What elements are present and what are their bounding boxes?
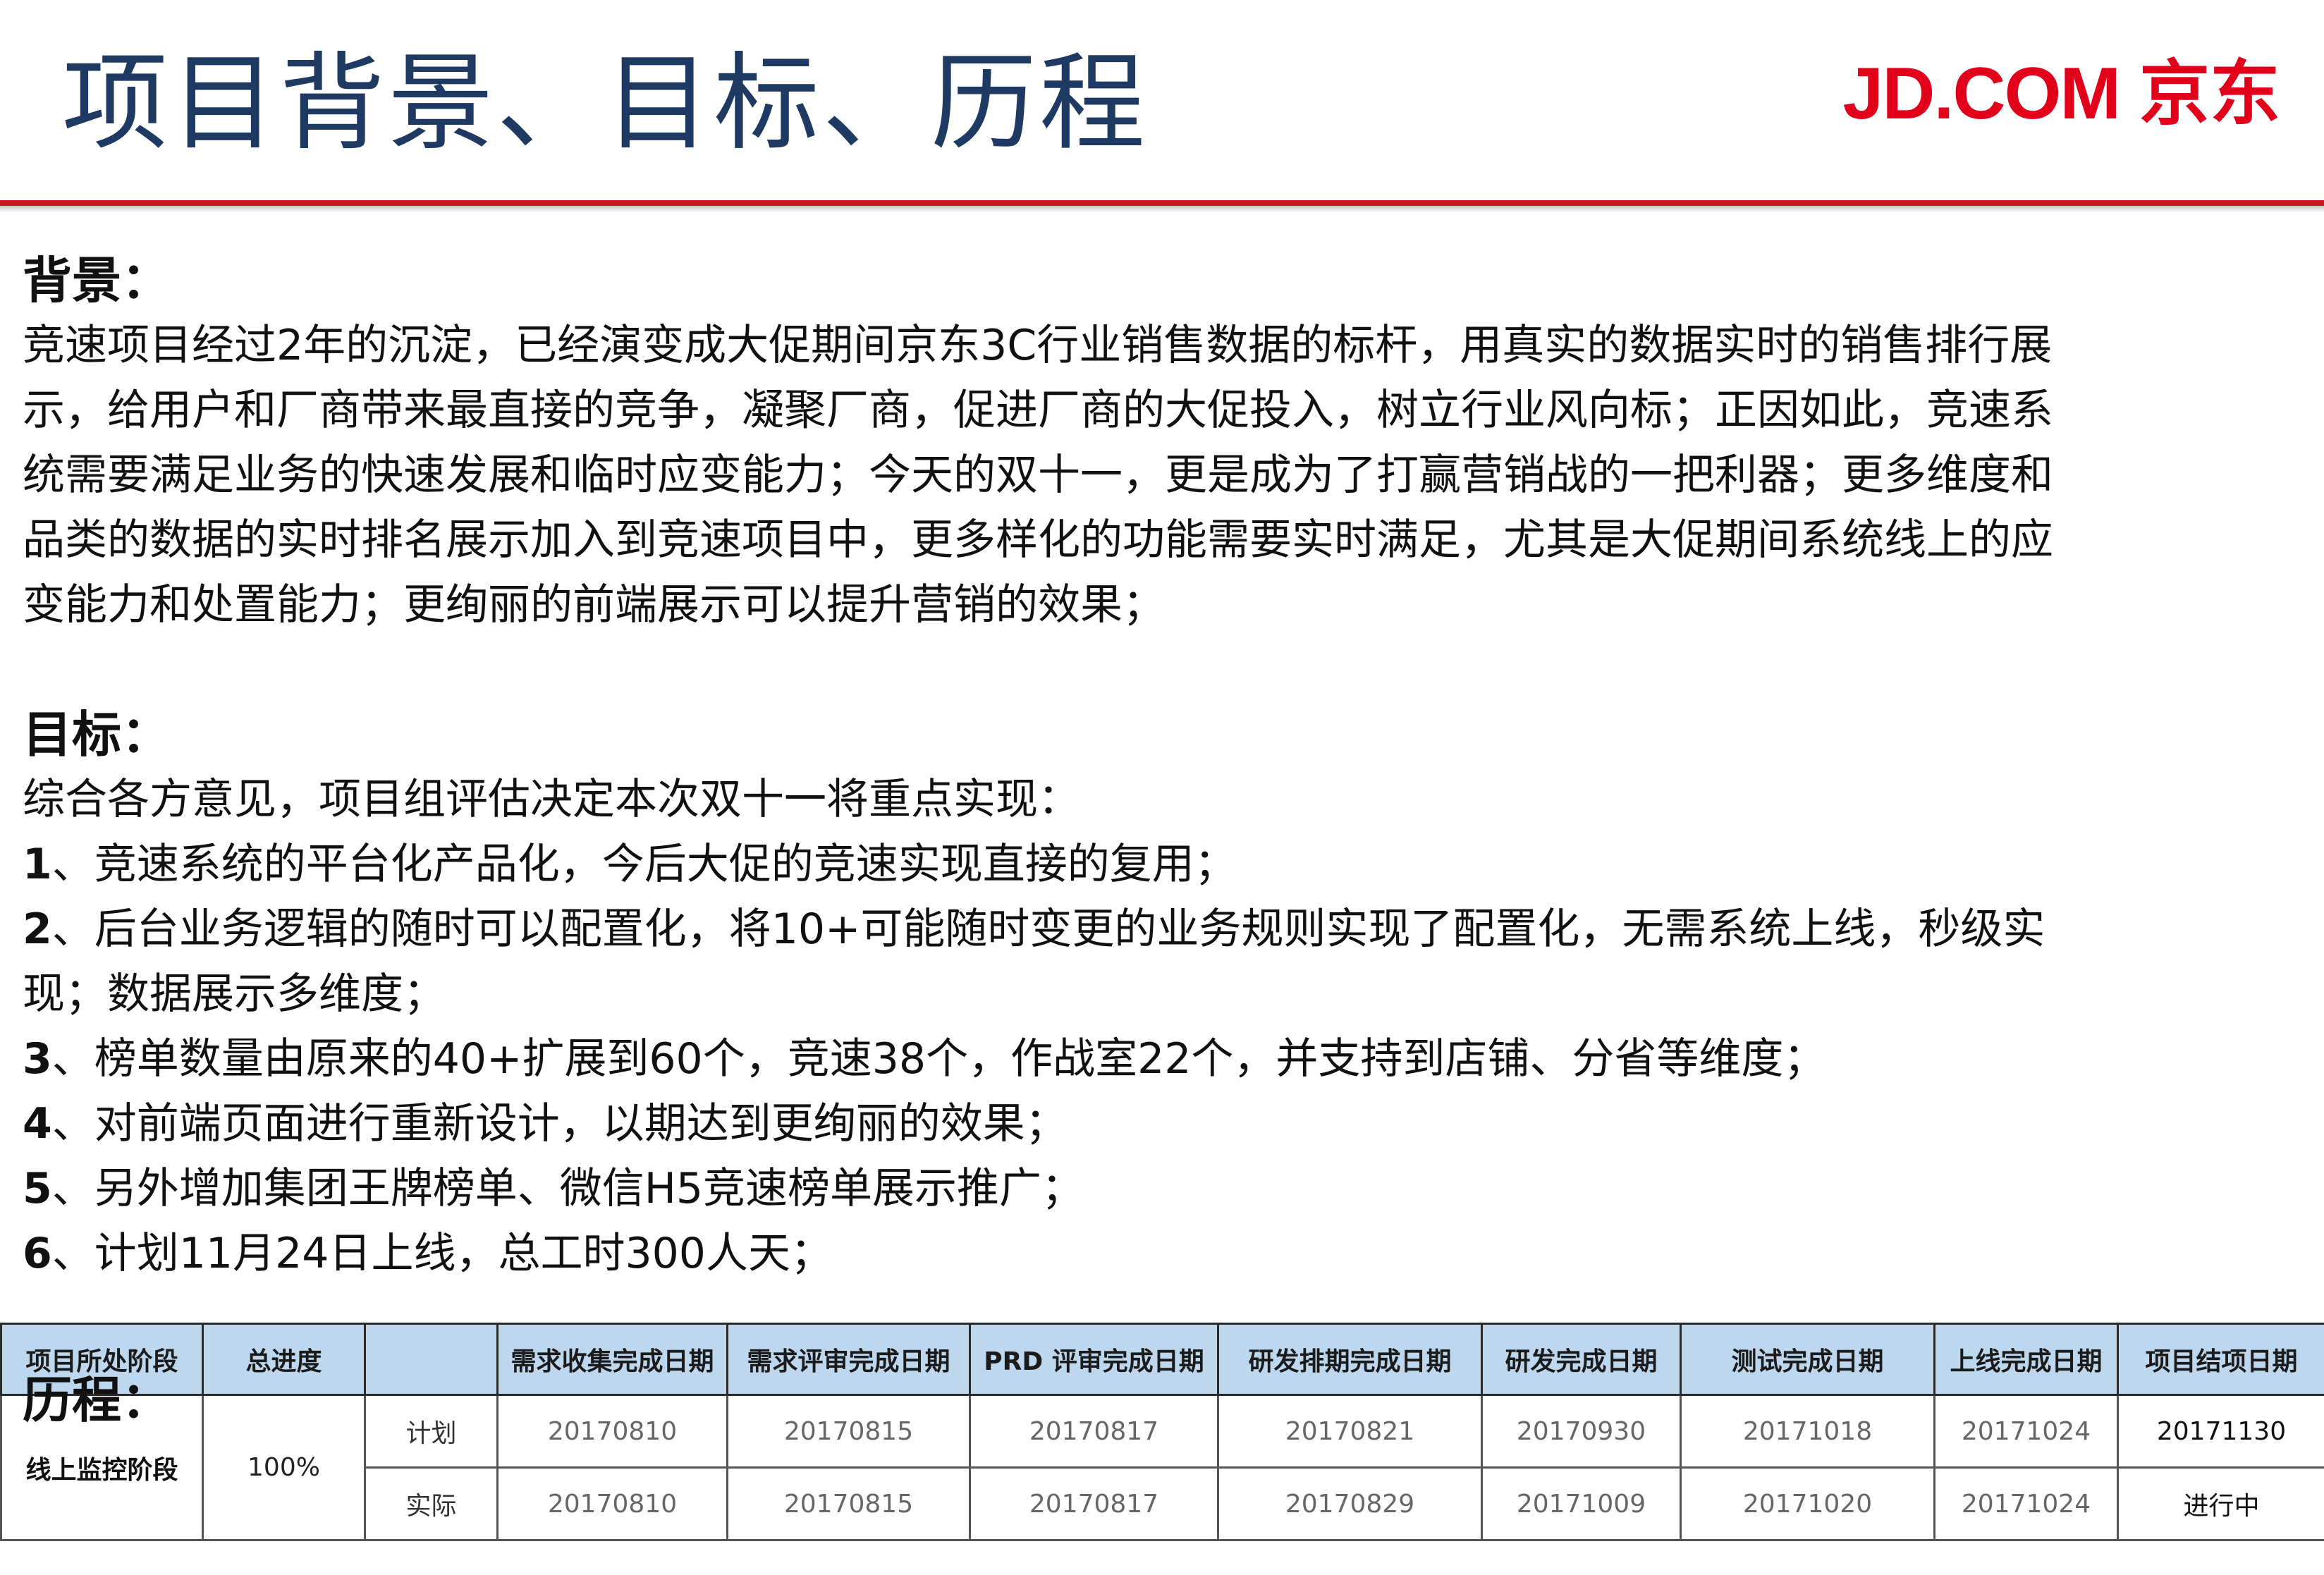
date-cell: 20170815 xyxy=(726,1466,971,1541)
background-line: 变能力和处置能力；更绚丽的前端展示可以提升营销的效果； xyxy=(23,580,1165,630)
date-cell: 20170810 xyxy=(496,1466,728,1541)
background-line: 品类的数据的实时排名展示加入到竞速项目中，更多样化的功能需要实时满足，尤其是大促… xyxy=(23,515,2053,565)
history-heading: 历程： xyxy=(23,1371,171,1429)
goal-text: 、计划11月24日上线，总工时300人天； xyxy=(51,1229,833,1278)
goal-item: 4、对前端页面进行重新设计，以期达到更绚丽的效果； xyxy=(23,1091,2307,1156)
date-cell: 20170829 xyxy=(1217,1466,1483,1541)
goal-number: 5 xyxy=(23,1164,52,1213)
table-header-row: 项目所处阶段 总进度 需求收集完成日期 需求评审完成日期 PRD 评审完成日期 … xyxy=(0,1323,2324,1396)
goal-item: 3、榜单数量由原来的40+扩展到60个，竞速38个，作战室22个，并支持到店铺、… xyxy=(23,1026,2307,1091)
goal-text: 、竞速系统的平台化产品化，今后大促的竞速实现直接的复用； xyxy=(51,840,1237,889)
goal-item-continued: 现；数据展示多维度； xyxy=(23,962,2307,1026)
goal-number: 3 xyxy=(23,1034,52,1084)
column-header-test-complete: 测试完成日期 xyxy=(1680,1323,1935,1396)
column-header-project-closed: 项目结项日期 xyxy=(2117,1323,2324,1396)
goal-number: 2 xyxy=(23,905,52,954)
date-cell: 20171024 xyxy=(1933,1466,2119,1541)
date-cell: 20170817 xyxy=(969,1394,1219,1469)
goals-heading: 目标： xyxy=(23,706,171,764)
date-cell: 20171009 xyxy=(1481,1466,1682,1541)
date-cell: 20170817 xyxy=(969,1466,1219,1541)
goal-text: 、后台业务逻辑的随时可以配置化，将10+可能随时变更的业务规则实现了配置化，无需… xyxy=(51,905,2045,954)
page-title: 项目背景、目标、历程 xyxy=(62,42,1149,165)
column-header-requirements-reviewed: 需求评审完成日期 xyxy=(726,1323,971,1396)
column-header-requirements-collected: 需求收集完成日期 xyxy=(496,1323,728,1396)
goals-intro: 综合各方意见，项目组评估决定本次双十一将重点实现： xyxy=(23,775,1080,824)
column-header-type xyxy=(364,1323,499,1396)
row-label-plan: 计划 xyxy=(364,1394,499,1469)
column-header-dev-scheduled: 研发排期完成日期 xyxy=(1217,1323,1483,1396)
column-header-launch-complete: 上线完成日期 xyxy=(1933,1323,2119,1396)
date-cell: 20171020 xyxy=(1680,1466,1935,1541)
column-header-dev-complete: 研发完成日期 xyxy=(1481,1323,1682,1396)
schedule-table: 项目所处阶段 总进度 需求收集完成日期 需求评审完成日期 PRD 评审完成日期 … xyxy=(0,1323,2324,1541)
goal-text: 、对前端页面进行重新设计，以期达到更绚丽的效果； xyxy=(51,1099,1068,1148)
table-row-plan: 线上监控阶段 100% 计划 20170810 20170815 2017081… xyxy=(0,1394,2324,1541)
jd-logo: JD.COM 京东 xyxy=(1843,55,2280,133)
logo-latin: JD.COM xyxy=(1842,53,2121,135)
background-line: 竞速项目经过2年的沉淀，已经演变成大促期间京东3C行业销售数据的标杆，用真实的数… xyxy=(23,321,2053,370)
goal-item: 5、另外增加集团王牌榜单、微信H5竞速榜单展示推广； xyxy=(23,1156,2307,1221)
column-header-prd-reviewed: PRD 评审完成日期 xyxy=(969,1323,1219,1396)
goal-number: 6 xyxy=(23,1229,52,1278)
date-cell: 20171024 xyxy=(1933,1394,2119,1469)
date-cell: 20170815 xyxy=(726,1394,971,1469)
goal-item: 2、后台业务逻辑的随时可以配置化，将10+可能随时变更的业务规则实现了配置化，无… xyxy=(23,897,2307,962)
main-content: 背景： 竞速项目经过2年的沉淀，已经演变成大促期间京东3C行业销售数据的标杆，用… xyxy=(23,248,2307,1286)
column-header-progress: 总进度 xyxy=(202,1323,366,1396)
goal-text: 、榜单数量由原来的40+扩展到60个，竞速38个，作战室22个，并支持到店铺、分… xyxy=(51,1034,1826,1084)
progress-cell: 100% xyxy=(202,1394,366,1541)
date-cell: 20170821 xyxy=(1217,1394,1483,1469)
goal-number: 1 xyxy=(23,840,52,889)
row-label-actual: 实际 xyxy=(364,1466,499,1541)
goal-item: 6、计划11月24日上线，总工时300人天； xyxy=(23,1221,2307,1286)
date-cell: 20171018 xyxy=(1680,1394,1935,1469)
background-line: 统需要满足业务的快速发展和临时应变能力；今天的双十一，更是成为了打赢营销战的一把… xyxy=(23,451,2053,500)
date-cell: 20170810 xyxy=(496,1394,728,1469)
background-heading: 背景： xyxy=(23,252,171,310)
status-cell: 进行中 xyxy=(2117,1466,2324,1541)
goal-text: 现；数据展示多维度； xyxy=(23,969,446,1019)
header-divider-shadow xyxy=(0,206,2324,213)
date-cell: 20170930 xyxy=(1481,1394,1682,1469)
goal-number: 4 xyxy=(23,1099,52,1148)
header-divider xyxy=(0,200,2324,206)
goal-item: 1、竞速系统的平台化产品化，今后大促的竞速实现直接的复用； xyxy=(23,832,2307,897)
background-line: 示，给用户和厂商带来最直接的竞争，凝聚厂商，促进厂商的大促投入，树立行业风向标；… xyxy=(23,386,2053,435)
date-cell: 20171130 xyxy=(2117,1394,2324,1469)
goal-text: 、另外增加集团王牌榜单、微信H5竞速榜单展示推广； xyxy=(51,1164,1084,1213)
logo-cjk: 京东 xyxy=(2139,52,2280,135)
